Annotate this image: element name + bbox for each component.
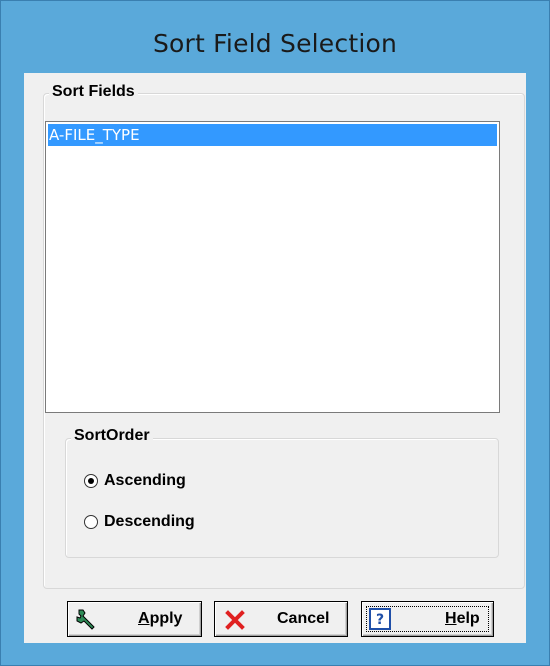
sort-fields-listbox[interactable]: A-FILE_TYPE [45, 121, 500, 413]
sort-order-group-label: SortOrder [71, 427, 153, 445]
wrench-icon [74, 607, 98, 636]
radio-descending[interactable]: Descending [84, 513, 195, 531]
radio-ascending-indicator[interactable] [84, 474, 98, 488]
sort-field-item-selected[interactable]: A-FILE_TYPE [48, 124, 497, 146]
dialog-title: Sort Field Selection [152, 29, 398, 58]
title-bar[interactable]: Sort Field Selection [1, 1, 549, 73]
radio-descending-label: Descending [104, 513, 195, 530]
dialog-window: Sort Field Selection Sort Fields A-FILE_… [0, 0, 550, 666]
apply-button[interactable]: Apply [67, 601, 202, 637]
help-button-label: Help [445, 610, 480, 627]
cancel-button[interactable]: Cancel [214, 601, 348, 637]
question-icon: ? [369, 608, 391, 635]
sort-order-group [65, 438, 499, 558]
sort-fields-group-label: Sort Fields [49, 83, 138, 101]
help-button[interactable]: ? Help [361, 601, 494, 637]
svg-text:?: ? [376, 612, 384, 628]
red-x-icon [225, 610, 245, 635]
cancel-button-label: Cancel [277, 610, 330, 627]
radio-descending-indicator[interactable] [84, 515, 98, 529]
radio-ascending-label: Ascending [104, 472, 186, 489]
apply-button-label: Apply [138, 610, 183, 627]
radio-ascending[interactable]: Ascending [84, 472, 186, 490]
